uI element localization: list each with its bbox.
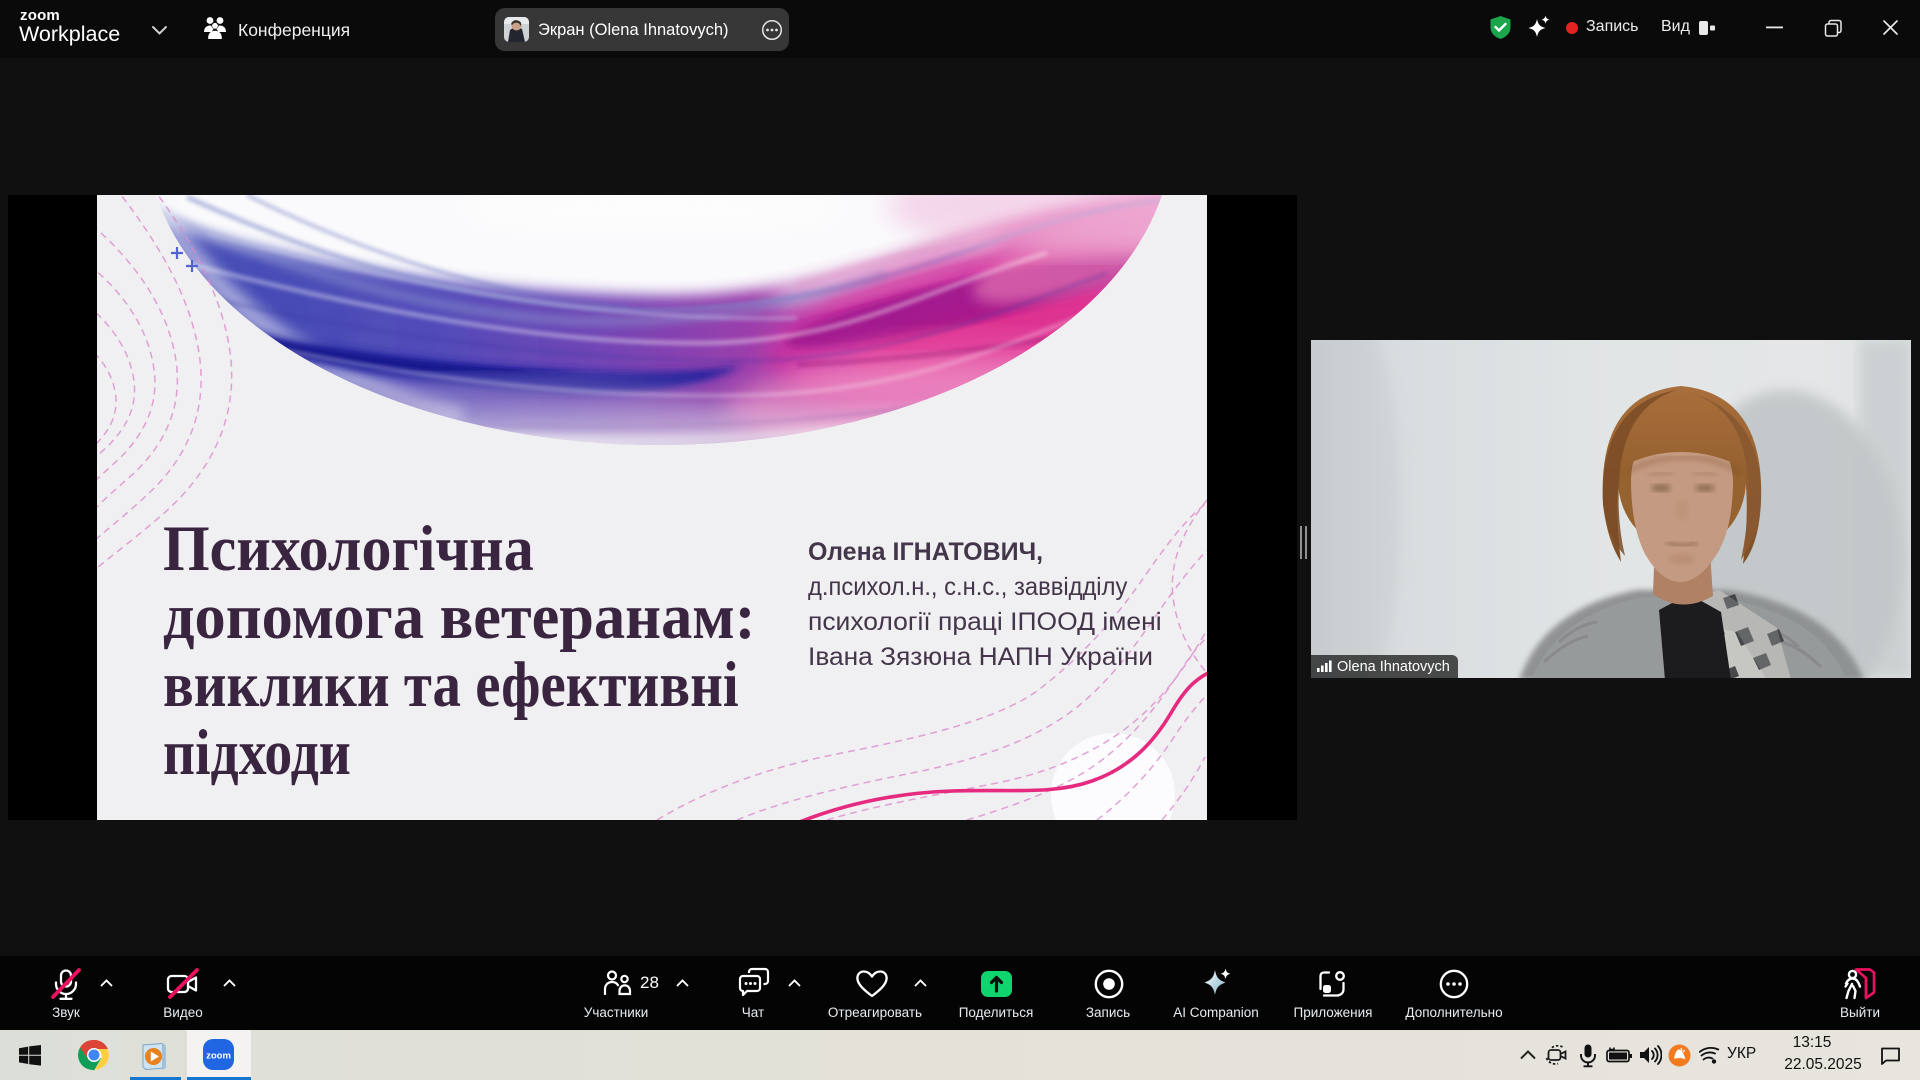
svg-text:zoom: zoom — [206, 1051, 231, 1062]
